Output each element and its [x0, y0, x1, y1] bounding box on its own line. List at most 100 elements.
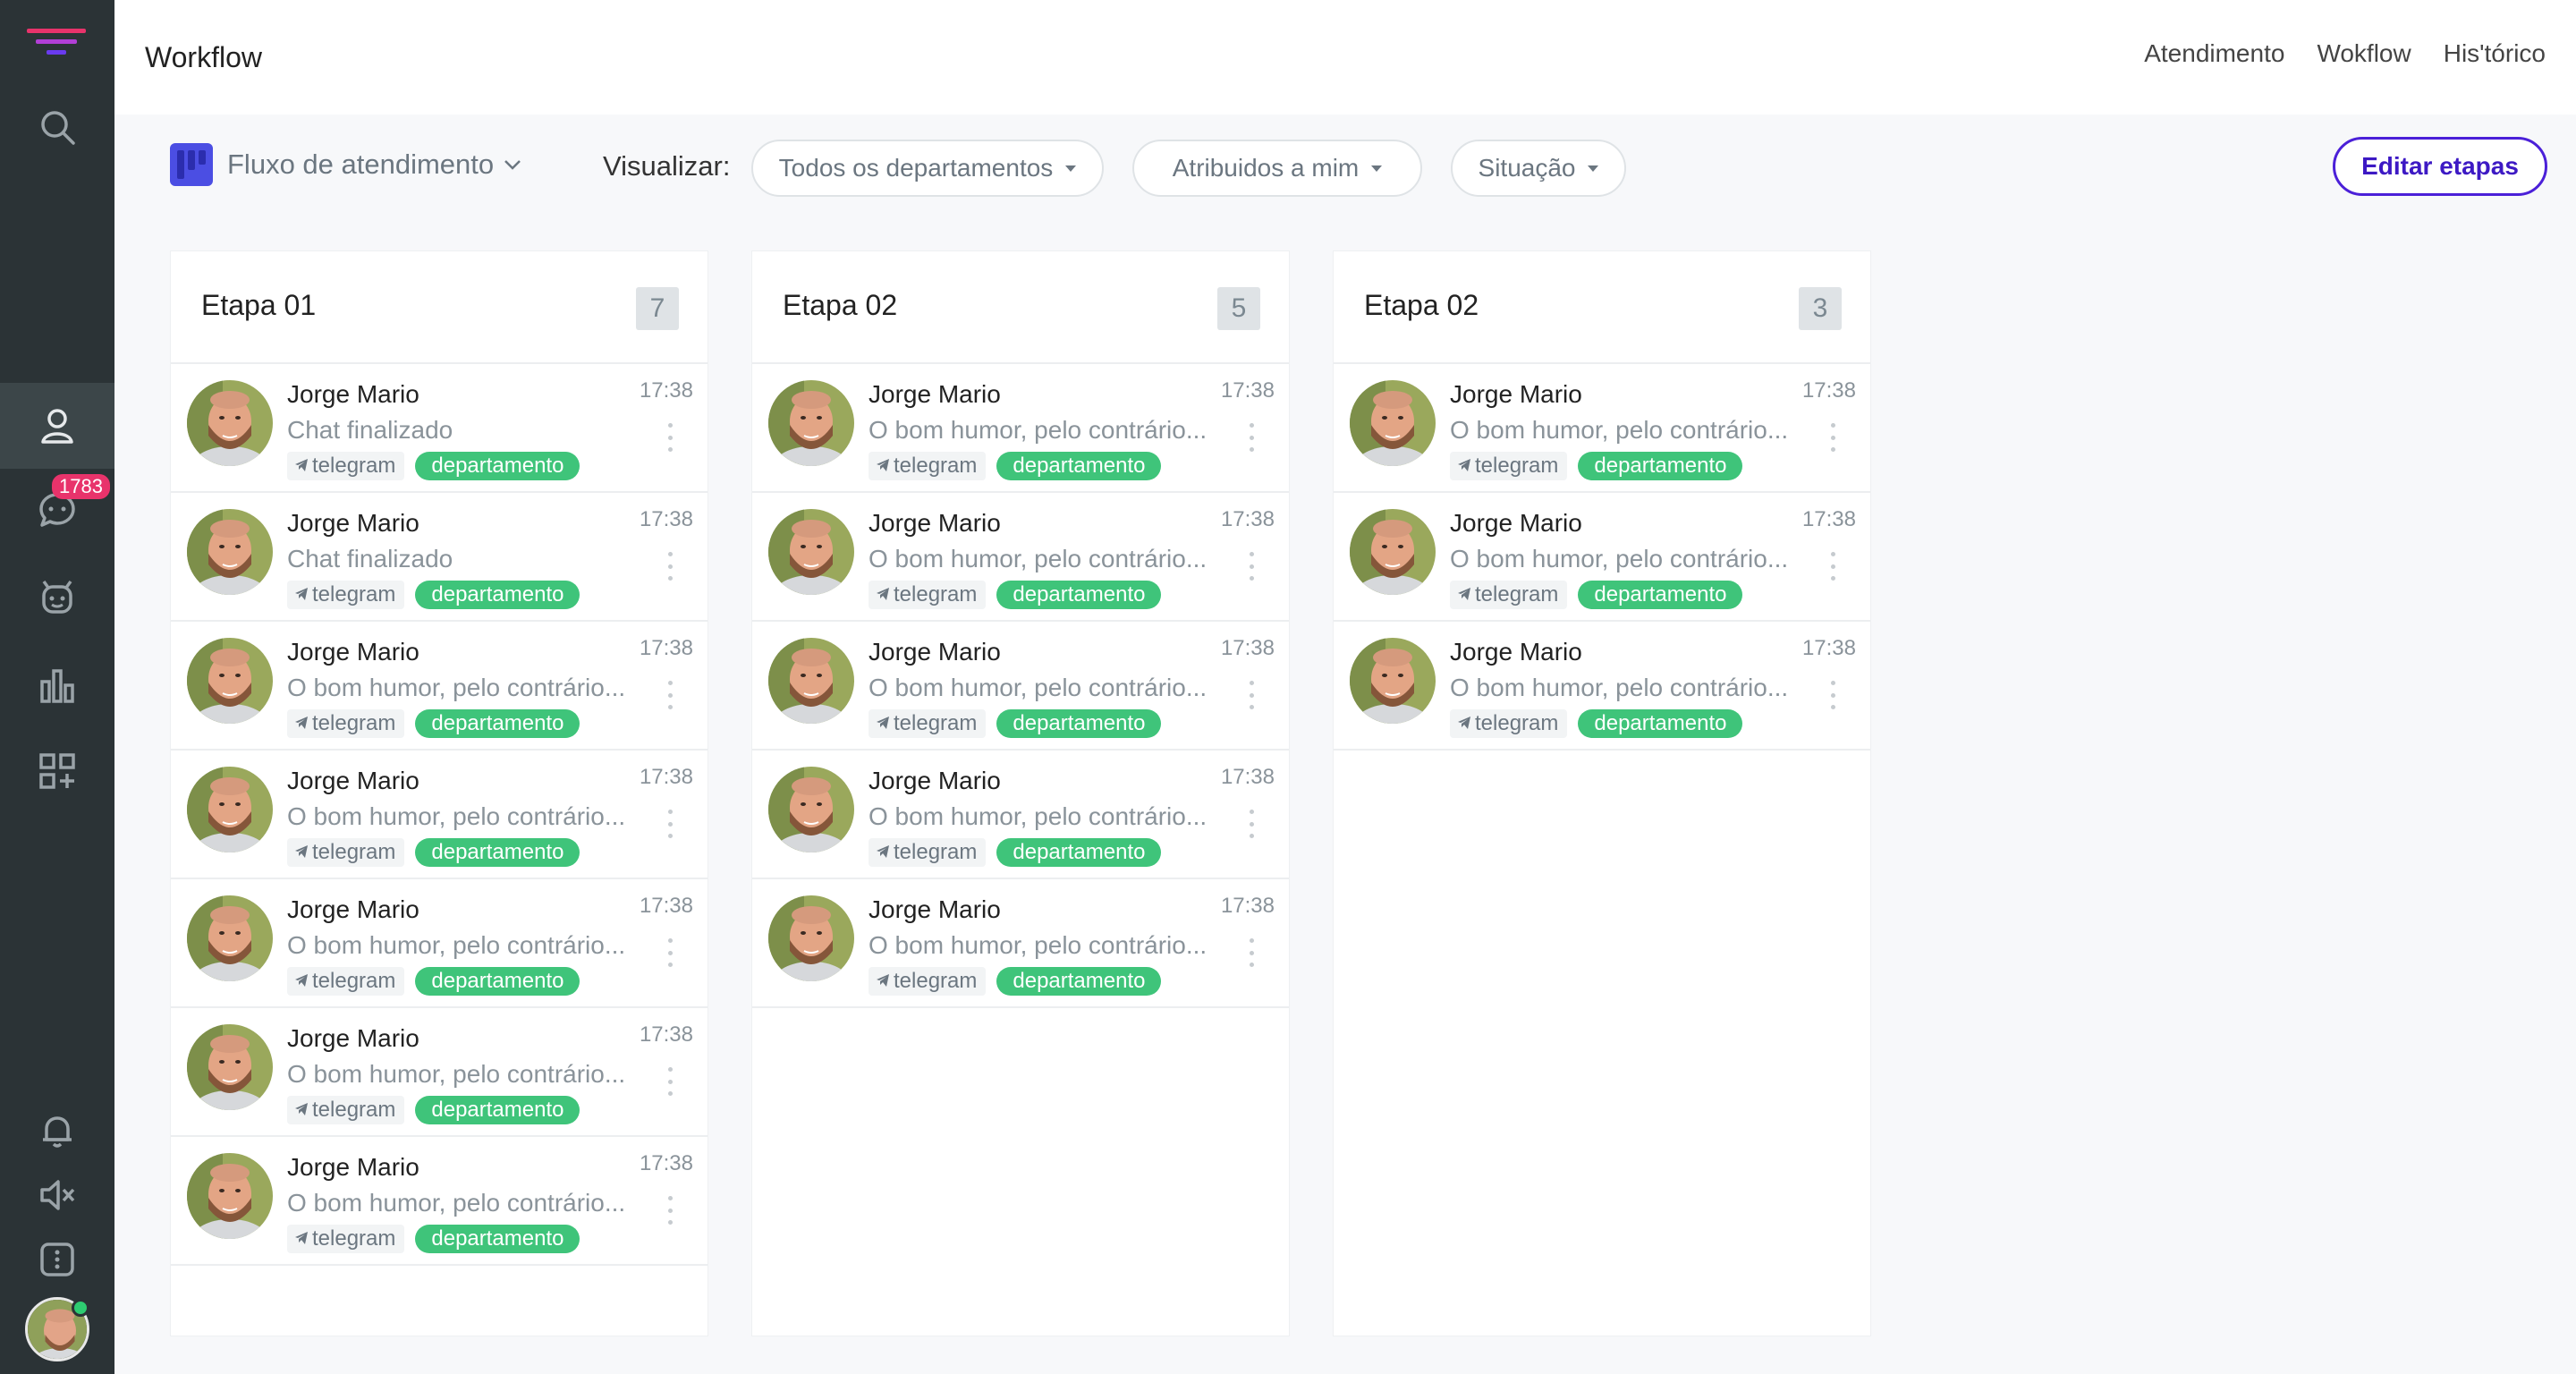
- card-menu-icon[interactable]: [1829, 552, 1836, 581]
- department-tag[interactable]: departamento: [415, 581, 580, 609]
- department-tag[interactable]: departamento: [1578, 709, 1743, 738]
- edit-stages-button[interactable]: Editar etapas: [2333, 137, 2547, 196]
- stage-title: Etapa 02: [1364, 289, 1479, 321]
- stage-header: Etapa 02 3: [1334, 251, 1870, 364]
- chat-card[interactable]: Jorge Mario 17:38 O bom humor, pelo contrá…: [171, 622, 708, 751]
- card-menu-icon[interactable]: [1829, 423, 1836, 452]
- bot-icon[interactable]: [34, 574, 80, 621]
- caret-down-icon: [1588, 165, 1599, 172]
- chat-card[interactable]: Jorge Mario 17:38 O bom humor, pelo contrá…: [1334, 493, 1870, 622]
- department-tag[interactable]: departamento: [415, 1225, 580, 1253]
- message-time: 17:38: [639, 1022, 693, 1047]
- card-menu-icon[interactable]: [1248, 938, 1255, 967]
- department-tag[interactable]: departamento: [996, 709, 1162, 738]
- card-menu-icon[interactable]: [666, 1067, 674, 1096]
- filter-departments[interactable]: Todos os departamentos: [751, 140, 1104, 197]
- chat-card[interactable]: Jorge Mario 17:38 O bom humor, pelo contrá…: [752, 364, 1289, 493]
- chat-card[interactable]: Jorge Mario 17:38 O bom humor, pelo contrá…: [1334, 622, 1870, 751]
- channel-tag: telegram: [869, 452, 987, 480]
- card-menu-icon[interactable]: [1248, 810, 1255, 838]
- telegram-icon: [1457, 582, 1471, 607]
- unread-badge: 1783: [52, 474, 110, 499]
- card-menu-icon[interactable]: [666, 1196, 674, 1225]
- telegram-icon: [294, 711, 309, 736]
- contact-name: Jorge Mario: [869, 767, 1001, 794]
- department-tag[interactable]: departamento: [996, 967, 1162, 996]
- chat-card[interactable]: Jorge Mario 17:38 O bom humor, pelo contrá…: [752, 622, 1289, 751]
- channel-label: telegram: [312, 711, 396, 735]
- card-tags: telegram departamento: [869, 452, 1162, 480]
- telegram-icon: [876, 582, 890, 607]
- last-message: Chat finalizado: [287, 416, 453, 444]
- chat-card[interactable]: Jorge Mario 17:38 O bom humor, pelo contrá…: [171, 879, 708, 1008]
- card-tags: telegram departamento: [287, 838, 580, 867]
- department-tag[interactable]: departamento: [415, 838, 580, 867]
- card-menu-icon[interactable]: [1248, 681, 1255, 709]
- mute-icon[interactable]: [34, 1172, 80, 1218]
- card-tags: telegram departamento: [287, 1096, 580, 1124]
- telegram-icon: [294, 840, 309, 865]
- department-tag[interactable]: departamento: [415, 709, 580, 738]
- card-menu-icon[interactable]: [666, 681, 674, 709]
- app-logo-icon[interactable]: [25, 27, 88, 57]
- search-icon[interactable]: [34, 104, 80, 150]
- channel-label: telegram: [894, 840, 978, 864]
- channel-tag: telegram: [287, 581, 405, 609]
- telegram-icon: [1457, 711, 1471, 736]
- card-menu-icon[interactable]: [1829, 681, 1836, 709]
- department-tag[interactable]: departamento: [1578, 452, 1743, 480]
- nav-historico[interactable]: His'tórico: [2444, 39, 2546, 68]
- department-tag[interactable]: departamento: [415, 1096, 580, 1124]
- apps-add-icon[interactable]: [34, 748, 80, 794]
- department-tag[interactable]: departamento: [996, 452, 1162, 480]
- department-tag[interactable]: departamento: [996, 581, 1162, 609]
- chat-card[interactable]: Jorge Mario 17:38 O bom humor, pelo contrá…: [752, 879, 1289, 1008]
- chat-card[interactable]: Jorge Mario 17:38 O bom humor, pelo contrá…: [171, 751, 708, 879]
- bell-icon[interactable]: [34, 1107, 80, 1154]
- chat-card[interactable]: Jorge Mario 17:38 O bom humor, pelo contrá…: [171, 1137, 708, 1266]
- chat-card[interactable]: Jorge Mario 17:38 O bom humor, pelo contrá…: [752, 493, 1289, 622]
- contact-avatar: [1350, 638, 1436, 724]
- card-menu-icon[interactable]: [1248, 423, 1255, 452]
- nav-atendimento[interactable]: Atendimento: [2144, 39, 2284, 68]
- contacts-icon[interactable]: [34, 403, 80, 449]
- stage-column: Etapa 02 3 Jorge Mario 17:38 O bom humor, pe…: [1333, 250, 1871, 1336]
- filter-status[interactable]: Situação: [1451, 140, 1626, 197]
- last-message: O bom humor, pelo contrário...: [869, 416, 1208, 444]
- department-tag[interactable]: departamento: [415, 967, 580, 996]
- caret-down-icon: [1065, 165, 1077, 172]
- chat-card[interactable]: Jorge Mario 17:38 O bom humor, pelo contrá…: [1334, 364, 1870, 493]
- chart-icon[interactable]: [34, 662, 80, 708]
- chat-card[interactable]: Jorge Mario 17:38 O bom humor, pelo contrá…: [171, 1008, 708, 1137]
- department-tag[interactable]: departamento: [996, 838, 1162, 867]
- last-message: O bom humor, pelo contrário...: [869, 674, 1208, 701]
- message-time: 17:38: [1220, 765, 1275, 789]
- caret-down-icon: [1371, 165, 1383, 172]
- channel-tag: telegram: [1450, 452, 1568, 480]
- nav-workflow[interactable]: Wokflow: [2317, 39, 2411, 68]
- telegram-icon: [294, 454, 309, 479]
- chat-card[interactable]: Jorge Mario 17:38 Chat finalizado telegram d…: [171, 493, 708, 622]
- card-tags: telegram departamento: [869, 838, 1162, 867]
- card-menu-icon[interactable]: [666, 938, 674, 967]
- flow-selector[interactable]: Fluxo de atendimento: [227, 148, 522, 181]
- card-menu-icon[interactable]: [666, 423, 674, 452]
- contact-avatar: [768, 638, 854, 724]
- message-time: 17:38: [639, 507, 693, 531]
- department-tag[interactable]: departamento: [1578, 581, 1743, 609]
- channel-label: telegram: [312, 1098, 396, 1122]
- flow-name: Fluxo de atendimento: [227, 148, 495, 180]
- card-menu-icon[interactable]: [666, 810, 674, 838]
- chat-card[interactable]: Jorge Mario 17:38 Chat finalizado telegram d…: [171, 364, 708, 493]
- filter-assigned[interactable]: Atribuidos a mim: [1132, 140, 1422, 197]
- department-tag[interactable]: departamento: [415, 452, 580, 480]
- card-tags: telegram departamento: [1450, 581, 1743, 609]
- message-time: 17:38: [639, 765, 693, 789]
- card-menu-icon[interactable]: [666, 552, 674, 581]
- card-menu-icon[interactable]: [1248, 552, 1255, 581]
- more-icon[interactable]: [34, 1236, 80, 1283]
- filter-assigned-label: Atribuidos a mim: [1172, 154, 1360, 182]
- last-message: O bom humor, pelo contrário...: [1450, 416, 1789, 444]
- chat-card[interactable]: Jorge Mario 17:38 O bom humor, pelo contrá…: [752, 751, 1289, 879]
- contact-avatar: [187, 1024, 273, 1110]
